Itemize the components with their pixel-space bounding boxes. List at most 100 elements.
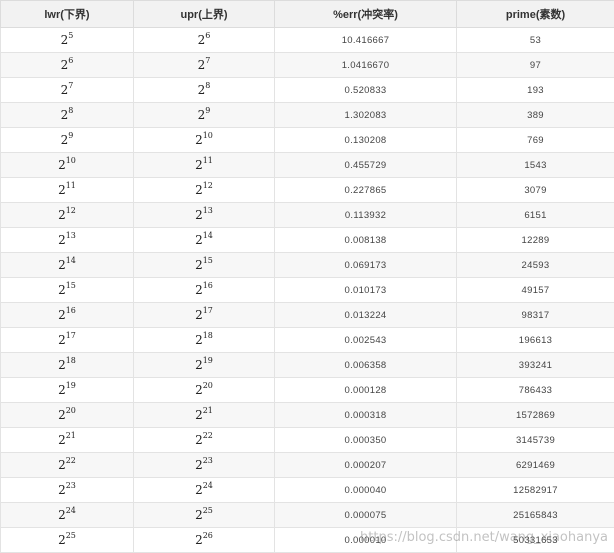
cell-upr: 212 — [133, 177, 275, 203]
cell-err: 0.000128 — [274, 377, 457, 403]
cell-prime: 12582917 — [456, 477, 614, 503]
power-exponent: 24 — [65, 506, 76, 515]
power-exponent: 13 — [65, 231, 76, 240]
cell-lwr: 219 — [0, 377, 134, 403]
power-exponent: 9 — [68, 131, 74, 140]
power-base: 2 — [58, 333, 66, 347]
table-body: 25 26 10.416667 53 26 27 1.0416670 97 27 28 0.5208… — [0, 27, 614, 553]
cell-upr: 216 — [133, 277, 275, 303]
cell-prime: 49157 — [456, 277, 614, 303]
cell-lwr: 28 — [0, 102, 134, 128]
cell-upr: 219 — [133, 352, 275, 378]
power-base: 2 — [58, 158, 66, 172]
power-base: 2 — [58, 283, 66, 297]
cell-prime: 1543 — [456, 152, 614, 178]
cell-prime: 3145739 — [456, 427, 614, 453]
cell-lwr: 215 — [0, 277, 134, 303]
cell-prime: 12289 — [456, 227, 614, 253]
power-base: 2 — [58, 433, 66, 447]
table-row: 27 28 0.520833 193 — [0, 77, 614, 103]
power-base: 2 — [58, 358, 66, 372]
power-exponent: 17 — [202, 306, 213, 315]
cell-lwr: 217 — [0, 327, 134, 353]
power-base: 2 — [195, 133, 203, 147]
cell-prime: 6151 — [456, 202, 614, 228]
power-exponent: 21 — [202, 406, 213, 415]
cell-prime: 389 — [456, 102, 614, 128]
cell-upr: 29 — [133, 102, 275, 128]
cell-err: 0.130208 — [274, 127, 457, 153]
cell-upr: 225 — [133, 502, 275, 528]
cell-prime: 97 — [456, 52, 614, 78]
power-exponent: 8 — [68, 106, 74, 115]
cell-upr: 215 — [133, 252, 275, 278]
power-base: 2 — [195, 483, 203, 497]
cell-err: 1.302083 — [274, 102, 457, 128]
power-exponent: 5 — [68, 31, 74, 40]
cell-upr: 210 — [133, 127, 275, 153]
power-exponent: 20 — [65, 406, 76, 415]
cell-upr: 222 — [133, 427, 275, 453]
power-base: 2 — [58, 233, 66, 247]
power-exponent: 22 — [202, 431, 213, 440]
cell-upr: 211 — [133, 152, 275, 178]
power-base: 2 — [195, 358, 203, 372]
header-prime: prime(素数) — [456, 0, 614, 28]
power-base: 2 — [58, 383, 66, 397]
cell-upr: 217 — [133, 302, 275, 328]
table-row: 25 26 10.416667 53 — [0, 27, 614, 53]
power-exponent: 23 — [202, 456, 213, 465]
cell-upr: 223 — [133, 452, 275, 478]
table-row: 224 225 0.000075 25165843 — [0, 502, 614, 528]
cell-prime: 53 — [456, 27, 614, 53]
cell-err: 0.520833 — [274, 77, 457, 103]
cell-prime: 786433 — [456, 377, 614, 403]
power-base: 2 — [195, 208, 203, 222]
cell-lwr: 223 — [0, 477, 134, 503]
power-exponent: 7 — [68, 81, 74, 90]
power-base: 2 — [195, 158, 203, 172]
power-exponent: 6 — [68, 56, 74, 65]
header-lwr: lwr(下界) — [0, 0, 134, 28]
cell-lwr: 221 — [0, 427, 134, 453]
power-exponent: 12 — [202, 181, 213, 190]
cell-upr: 27 — [133, 52, 275, 78]
table-row: 221 222 0.000350 3145739 — [0, 427, 614, 453]
power-exponent: 8 — [205, 81, 211, 90]
power-base: 2 — [58, 508, 66, 522]
cell-prime: 98317 — [456, 302, 614, 328]
cell-lwr: 210 — [0, 152, 134, 178]
cell-prime: 1572869 — [456, 402, 614, 428]
cell-err: 0.455729 — [274, 152, 457, 178]
table-row: 211 212 0.227865 3079 — [0, 177, 614, 203]
cell-lwr: 225 — [0, 527, 134, 553]
power-base: 2 — [58, 308, 66, 322]
power-exponent: 18 — [65, 356, 76, 365]
cell-err: 0.069173 — [274, 252, 457, 278]
power-exponent: 25 — [65, 531, 76, 540]
cell-lwr: 25 — [0, 27, 134, 53]
power-base: 2 — [195, 308, 203, 322]
cell-lwr: 29 — [0, 127, 134, 153]
cell-prime: 3079 — [456, 177, 614, 203]
table-row: 217 218 0.002543 196613 — [0, 327, 614, 353]
cell-err: 0.227865 — [274, 177, 457, 203]
cell-prime: 24593 — [456, 252, 614, 278]
table-row: 210 211 0.455729 1543 — [0, 152, 614, 178]
cell-upr: 220 — [133, 377, 275, 403]
power-base: 2 — [58, 483, 66, 497]
power-exponent: 16 — [65, 306, 76, 315]
power-exponent: 16 — [202, 281, 213, 290]
cell-lwr: 26 — [0, 52, 134, 78]
power-exponent: 15 — [202, 256, 213, 265]
cell-lwr: 224 — [0, 502, 134, 528]
power-base: 2 — [195, 533, 203, 547]
cell-lwr: 212 — [0, 202, 134, 228]
table-row: 214 215 0.069173 24593 — [0, 252, 614, 278]
cell-err: 0.000010 — [274, 527, 457, 553]
cell-prime: 193 — [456, 77, 614, 103]
power-exponent: 19 — [65, 381, 76, 390]
cell-lwr: 222 — [0, 452, 134, 478]
table-header: lwr(下界) upr(上界) %err(冲突率) prime(素数) — [0, 0, 614, 28]
power-base: 2 — [195, 383, 203, 397]
